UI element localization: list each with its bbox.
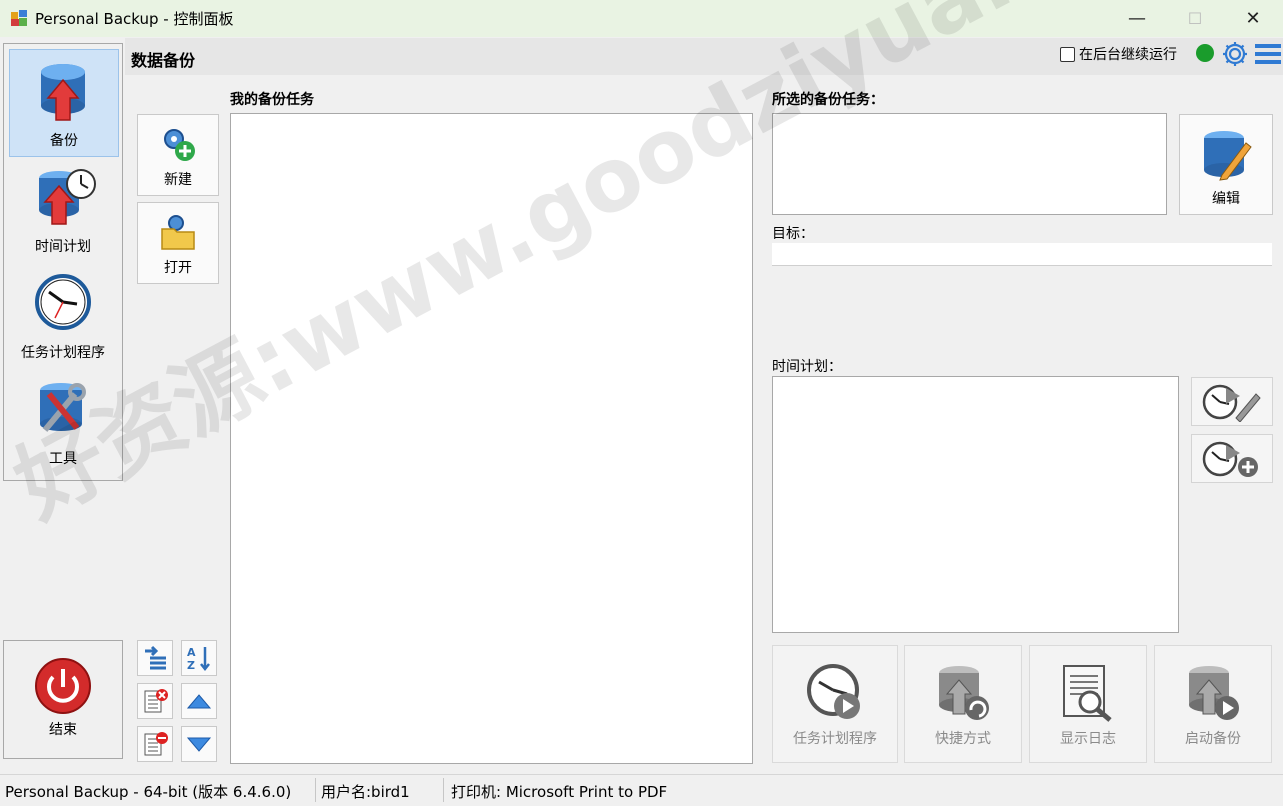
- shortcut-label: 快捷方式: [935, 731, 991, 747]
- sort-az-button[interactable]: AZ: [181, 640, 217, 676]
- start-backup-button[interactable]: 启动备份: [1154, 645, 1272, 763]
- svg-text:A: A: [187, 646, 196, 659]
- arrow-down-icon: [186, 737, 212, 752]
- database-shortcut-icon: [939, 666, 989, 720]
- sidebar-item-backup[interactable]: 备份: [9, 49, 119, 157]
- sidebar-item-label: 时间计划: [35, 239, 91, 255]
- edit-button[interactable]: 编辑: [1179, 114, 1273, 215]
- list-remove-icon: [144, 732, 168, 756]
- window-title: Personal Backup - 控制面板: [35, 10, 234, 28]
- folder-gear-icon: [161, 215, 195, 250]
- remove-task-button[interactable]: [137, 726, 173, 762]
- database-clock-icon: [39, 169, 96, 225]
- sidebar-item-schedule[interactable]: 时间计划: [9, 156, 117, 262]
- task-list[interactable]: [230, 113, 753, 764]
- background-run-checkbox[interactable]: 在后台继续运行: [1060, 44, 1177, 64]
- tools-icon: [40, 383, 86, 432]
- shortcut-button[interactable]: 快捷方式: [904, 645, 1022, 763]
- checkbox-box[interactable]: [1060, 46, 1075, 62]
- maximize-icon: ☐: [1187, 9, 1203, 28]
- sort-az-icon: AZ: [187, 646, 210, 671]
- sidebar-item-tools[interactable]: 工具: [9, 368, 117, 474]
- status-divider: [443, 778, 444, 802]
- start-backup-label: 启动备份: [1185, 731, 1241, 747]
- scheduler-button[interactable]: 任务计划程序: [772, 645, 898, 763]
- status-printer: 打印机: Microsoft Print to PDF: [451, 783, 668, 801]
- power-icon: [35, 658, 91, 714]
- schedule-list[interactable]: [772, 376, 1179, 633]
- schedule-label: 时间计划：: [772, 359, 842, 375]
- import-list-button[interactable]: [137, 640, 173, 676]
- move-down-button[interactable]: [181, 726, 217, 762]
- scheduler-label: 任务计划程序: [793, 731, 877, 747]
- show-log-label: 显示日志: [1060, 731, 1116, 747]
- sidebar-item-label: 工具: [49, 451, 77, 467]
- clock-icon: [35, 274, 91, 330]
- clock-edit-icon: [1202, 384, 1261, 422]
- status-user: 用户名:bird1: [321, 783, 410, 801]
- page-title: 数据备份: [131, 51, 196, 70]
- clock-add-icon: [1202, 441, 1258, 477]
- edit-schedule-button[interactable]: [1191, 377, 1273, 426]
- gear-add-icon: [164, 129, 195, 161]
- sidebar-item-label: 备份: [50, 133, 78, 149]
- status-bar: Personal Backup - 64-bit (版本 6.4.6.0) 用户…: [0, 774, 1283, 806]
- close-icon: ✕: [1245, 8, 1261, 29]
- close-button[interactable]: ✕: [1224, 0, 1282, 37]
- svg-text:Z: Z: [187, 659, 195, 671]
- selected-task-box: [772, 113, 1167, 215]
- new-label: 新建: [164, 172, 192, 188]
- status-indicator: [1196, 44, 1214, 62]
- gear-icon[interactable]: [1221, 40, 1249, 68]
- menu-icon[interactable]: [1254, 42, 1282, 66]
- list-delete-icon: [144, 689, 168, 713]
- minimize-button[interactable]: —: [1108, 0, 1166, 37]
- edit-label: 编辑: [1212, 191, 1240, 207]
- database-upload-icon: [41, 64, 85, 121]
- sidebar: 备份 时间计划 任务计划程序 工具: [3, 43, 123, 481]
- open-task-button[interactable]: 打开: [137, 202, 219, 284]
- move-up-button[interactable]: [181, 683, 217, 719]
- log-search-icon: [1063, 665, 1112, 722]
- new-task-button[interactable]: 新建: [137, 114, 219, 196]
- list-import-icon: [145, 645, 166, 670]
- selected-task-label: 所选的备份任务：: [772, 92, 884, 108]
- delete-task-button[interactable]: [137, 683, 173, 719]
- exit-label: 结束: [49, 722, 77, 738]
- minimize-icon: —: [1128, 8, 1146, 29]
- target-label: 目标：: [772, 226, 814, 242]
- background-run-label: 在后台继续运行: [1079, 47, 1177, 63]
- target-field: [772, 243, 1272, 266]
- open-label: 打开: [164, 260, 192, 276]
- app-icon: [11, 10, 27, 26]
- database-edit-icon: [1204, 131, 1252, 181]
- sidebar-item-scheduler[interactable]: 任务计划程序: [9, 262, 117, 368]
- clock-play-icon: [807, 664, 860, 719]
- database-play-icon: [1189, 666, 1239, 720]
- tasks-label: 我的备份任务: [230, 92, 314, 108]
- exit-button[interactable]: 结束: [3, 640, 123, 759]
- arrow-up-icon: [186, 694, 212, 709]
- sidebar-item-label: 任务计划程序: [21, 345, 105, 361]
- status-version: Personal Backup - 64-bit (版本 6.4.6.0): [5, 783, 292, 801]
- status-divider: [315, 778, 316, 802]
- add-schedule-button[interactable]: [1191, 434, 1273, 483]
- show-log-button[interactable]: 显示日志: [1029, 645, 1147, 763]
- maximize-button[interactable]: ☐: [1166, 0, 1224, 37]
